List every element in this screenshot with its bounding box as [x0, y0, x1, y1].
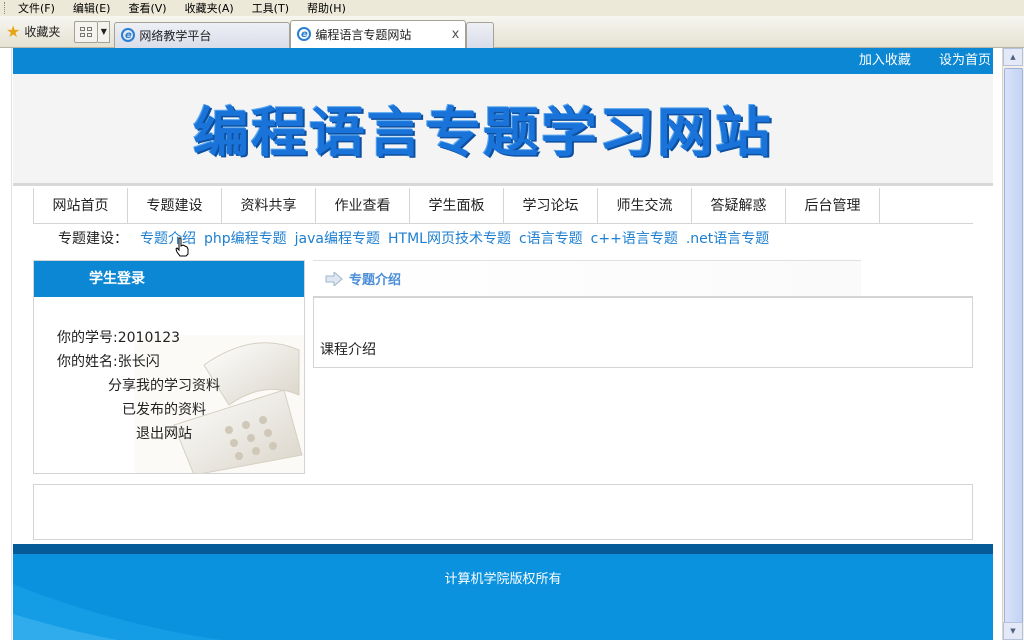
subnav-php[interactable]: php编程专题: [204, 228, 287, 248]
menu-view[interactable]: 查看(V): [128, 0, 166, 16]
empty-content-box: [33, 484, 973, 540]
quick-tabs-icon: [80, 26, 93, 37]
nav-topic-building[interactable]: 专题建设: [128, 188, 222, 223]
hand-cursor-icon: [175, 237, 189, 257]
student-name-text: 你的姓名:张长闪: [57, 354, 160, 370]
tab-programming-site[interactable]: e 编程语言专题网站 x: [290, 19, 467, 48]
browser-menu-bar: 文件(F) 编辑(E) 查看(V) 收藏夹(A) 工具(T) 帮助(H): [0, 0, 1024, 16]
login-panel-title: 学生登录: [34, 261, 304, 297]
sub-nav: 专题建设： 专题介绍 php编程专题 java编程专题 HTML网页技术专题 c…: [58, 228, 777, 248]
site-title: 编程语言专题学习网站: [193, 102, 773, 165]
main-nav: 网站首页 专题建设 资料共享 作业查看 学生面板 学习论坛 师生交流 答疑解惑 …: [33, 188, 973, 224]
tab-list-dropdown[interactable]: ▼: [98, 20, 111, 43]
student-id-text: 你的学号:2010123: [57, 330, 181, 346]
nav-forum[interactable]: 学习论坛: [504, 188, 598, 223]
scrollbar-thumb[interactable]: [1004, 68, 1023, 624]
nav-admin[interactable]: 后台管理: [786, 188, 880, 223]
nav-teacher-student[interactable]: 师生交流: [598, 188, 692, 223]
published-materials-link[interactable]: 已发布的资料: [122, 399, 206, 419]
favorites-button[interactable]: ★ 收藏夹: [6, 23, 60, 40]
logout-link[interactable]: 退出网站: [136, 423, 192, 443]
nav-student-panel[interactable]: 学生面板: [410, 188, 504, 223]
new-tab-button[interactable]: [466, 21, 495, 48]
favorites-label: 收藏夹: [24, 25, 61, 39]
share-materials-link[interactable]: 分享我的学习资料: [108, 375, 220, 395]
content-title-bar: 专题介绍: [313, 260, 861, 296]
browser-tab-bar: ★ 收藏夹 ▼ e 网络教学平台 e 编程语言专题网站 x: [0, 16, 1024, 48]
ie-page-icon: e: [121, 28, 136, 42]
site-footer: 计算机学院版权所有: [13, 544, 993, 640]
subnav-html[interactable]: HTML网页技术专题: [388, 228, 511, 248]
subnav-java[interactable]: java编程专题: [295, 228, 380, 248]
set-homepage-link[interactable]: 设为首页: [939, 53, 991, 68]
scroll-up-arrow-icon[interactable]: ▲: [1003, 48, 1023, 66]
ie-page-icon: e: [297, 27, 312, 41]
subnav-dotnet[interactable]: .net语言专题: [686, 228, 769, 248]
topic-content-panel: 专题介绍 课程介绍: [313, 260, 973, 368]
subnav-c[interactable]: c语言专题: [519, 228, 583, 248]
tab-title: 网络教学平台: [139, 28, 212, 43]
favorites-star-icon: ★: [6, 21, 21, 41]
tab-teaching-platform[interactable]: e 网络教学平台: [114, 21, 291, 48]
page-viewport: 加入收藏 设为首页 编程语言专题学习网站 网站首页 专题建设 资料共享 作业查看…: [0, 48, 1024, 640]
subnav-label: 专题建设：: [58, 231, 128, 247]
close-tab-icon[interactable]: x: [452, 27, 460, 42]
menu-tools[interactable]: 工具(T): [252, 0, 289, 16]
menu-help[interactable]: 帮助(H): [307, 0, 346, 16]
viewport-left-edge: [0, 48, 12, 640]
copyright-text: 计算机学院版权所有: [444, 572, 562, 587]
course-intro-text: 课程介绍: [320, 342, 376, 358]
nav-homework[interactable]: 作业查看: [316, 188, 410, 223]
vertical-scrollbar[interactable]: ▲ ▼: [1002, 48, 1024, 640]
quick-tabs-button[interactable]: [74, 20, 99, 43]
footer-wave-decoration: [13, 584, 223, 640]
student-login-panel: 学生登录 你的学号:2010123 你的姓名:张长闪 分享我的学习资料 已发布的…: [33, 260, 305, 474]
top-link-strip: 加入收藏 设为首页: [13, 48, 993, 74]
toolbar-grip[interactable]: [4, 2, 10, 14]
menu-edit[interactable]: 编辑(E): [73, 0, 111, 16]
tab-title: 编程语言专题网站: [315, 27, 412, 42]
content-section-title: 专题介绍: [349, 273, 402, 288]
menu-favorites[interactable]: 收藏夹(A): [185, 0, 234, 16]
nav-resource-sharing[interactable]: 资料共享: [222, 188, 316, 223]
add-bookmark-link[interactable]: 加入收藏: [859, 53, 911, 68]
content-box: 课程介绍: [313, 296, 973, 368]
subnav-cpp[interactable]: c++语言专题: [591, 228, 678, 248]
nav-home[interactable]: 网站首页: [34, 188, 128, 223]
website: 加入收藏 设为首页 编程语言专题学习网站 网站首页 专题建设 资料共享 作业查看…: [13, 48, 993, 640]
arrow-right-icon: [325, 271, 343, 286]
site-banner: 编程语言专题学习网站: [13, 74, 993, 186]
login-panel-body: 你的学号:2010123 你的姓名:张长闪 分享我的学习资料 已发布的资料 退出…: [34, 297, 304, 473]
nav-qa[interactable]: 答疑解惑: [692, 188, 786, 223]
scroll-down-arrow-icon[interactable]: ▼: [1003, 622, 1023, 640]
menu-file[interactable]: 文件(F): [18, 0, 55, 16]
